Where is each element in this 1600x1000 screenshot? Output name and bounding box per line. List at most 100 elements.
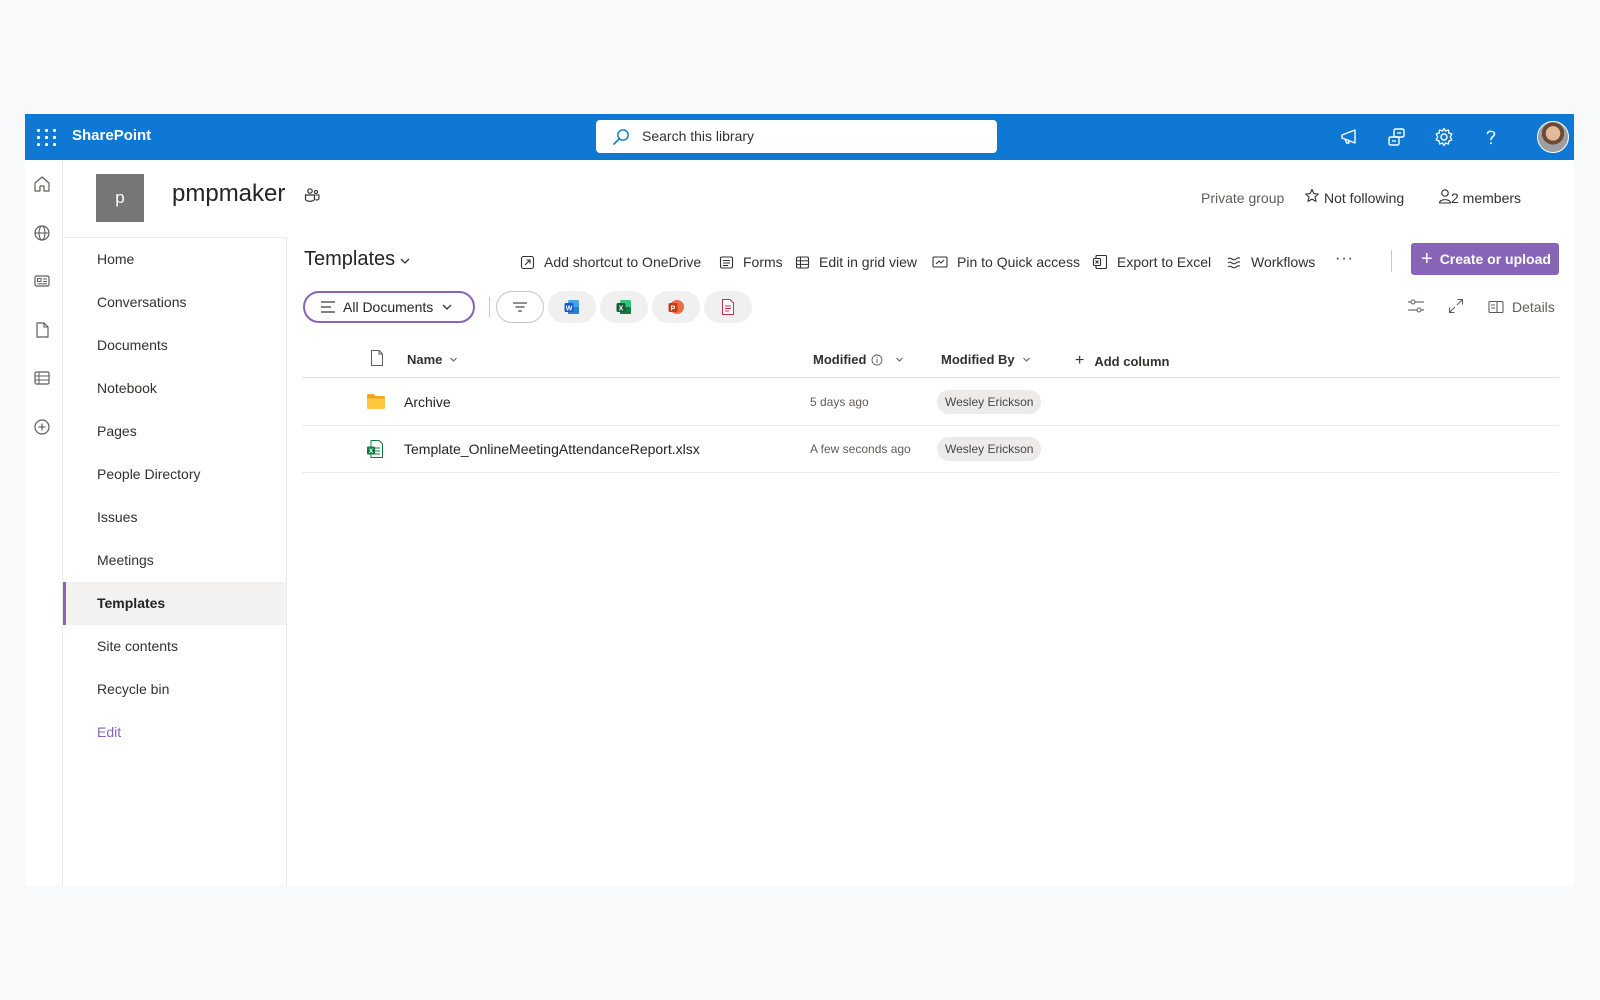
powerpoint-filter-pill[interactable]: P	[652, 291, 700, 323]
list-header: Name Modified Modified By + Add column	[302, 340, 1559, 378]
excel-file-icon: X	[367, 440, 383, 458]
sharepoint-app-icon[interactable]	[1386, 126, 1408, 148]
add-column-label: Add column	[1094, 353, 1170, 369]
search-icon	[613, 129, 629, 145]
nav-item-notebook[interactable]: Notebook	[63, 367, 286, 410]
nav-edit-link[interactable]: Edit	[63, 711, 286, 754]
modified-date: 5 days ago	[810, 395, 869, 409]
nav-item-conversations[interactable]: Conversations	[63, 281, 286, 324]
nav-item-documents[interactable]: Documents	[63, 324, 286, 367]
modified-by-badge[interactable]: Wesley Erickson	[937, 437, 1042, 461]
follow-button[interactable]: Not following	[1324, 190, 1404, 206]
star-icon[interactable]	[1304, 188, 1320, 204]
view-selector[interactable]: All Documents	[303, 291, 475, 323]
details-pane-icon	[1488, 300, 1504, 314]
app-name[interactable]: SharePoint	[72, 127, 151, 144]
pdf-filter-pill[interactable]	[704, 291, 752, 323]
teams-icon[interactable]	[303, 186, 321, 204]
modified-by-column-header[interactable]: Modified By	[941, 352, 1031, 367]
excel-export-icon	[1092, 254, 1108, 270]
table-row[interactable]: X Template_OnlineMeetingAttendanceReport…	[302, 426, 1559, 473]
view-options-icon[interactable]	[1407, 298, 1425, 314]
export-label: Export to Excel	[1117, 254, 1212, 270]
powerpoint-icon: P	[668, 300, 684, 314]
grid-icon	[795, 255, 810, 269]
workflows-button[interactable]: Workflows	[1226, 250, 1315, 274]
modified-column-label: Modified	[813, 352, 867, 367]
user-avatar[interactable]	[1537, 121, 1569, 153]
nav-item-issues[interactable]: Issues	[63, 496, 286, 539]
app-launcher-icon[interactable]	[31, 124, 59, 150]
megaphone-icon[interactable]	[1339, 126, 1361, 148]
add-column-button[interactable]: + Add column	[1075, 352, 1169, 370]
grid-view-button[interactable]: Edit in grid view	[795, 250, 917, 274]
add-shortcut-label: Add shortcut to OneDrive	[544, 254, 702, 270]
search-input[interactable]	[642, 128, 972, 144]
file-type-icon[interactable]	[370, 349, 384, 367]
pin-quick-access-button[interactable]: Pin to Quick access	[932, 250, 1080, 274]
chevron-down-icon	[1022, 357, 1030, 362]
nav-item-people-directory[interactable]: People Directory	[63, 453, 286, 496]
create-upload-label: Create or upload	[1439, 251, 1551, 267]
nav-item-site-contents[interactable]: Site contents	[63, 625, 286, 668]
site-title[interactable]: pmpmaker	[172, 180, 285, 208]
lists-icon[interactable]	[32, 368, 52, 388]
quick-launch-nav: Home Conversations Documents Notebook Pa…	[63, 237, 287, 886]
nav-item-pages[interactable]: Pages	[63, 410, 286, 453]
name-column-label: Name	[407, 352, 443, 367]
news-icon[interactable]	[32, 271, 52, 291]
modified-date: A few seconds ago	[810, 442, 911, 456]
file-name[interactable]: Archive	[404, 394, 451, 410]
svg-text:W: W	[566, 305, 573, 312]
site-logo[interactable]: p	[96, 174, 144, 222]
svg-text:X: X	[619, 305, 624, 312]
create-upload-button[interactable]: + Create or upload	[1411, 243, 1559, 275]
filter-icon	[513, 302, 527, 312]
privacy-label: Private group	[1201, 190, 1285, 206]
suite-bar: SharePoint	[25, 114, 1574, 160]
person-icon[interactable]	[1438, 188, 1452, 204]
file-name[interactable]: Template_OnlineMeetingAttendanceReport.x…	[404, 441, 700, 457]
word-icon: W	[564, 300, 579, 314]
more-commands-button[interactable]: ···	[1335, 250, 1354, 268]
view-lines-icon	[321, 301, 335, 313]
modified-by-badge[interactable]: Wesley Erickson	[937, 390, 1042, 414]
grid-view-label: Edit in grid view	[819, 254, 918, 270]
word-filter-pill[interactable]: W	[548, 291, 596, 323]
forms-label: Forms	[743, 254, 783, 270]
app-rail	[25, 160, 63, 886]
members-button[interactable]: 2 members	[1451, 190, 1521, 206]
shortcut-arrow-icon	[520, 255, 535, 269]
create-plus-icon[interactable]	[32, 417, 52, 437]
nav-item-meetings[interactable]: Meetings	[63, 539, 286, 582]
folder-icon	[367, 394, 385, 409]
settings-gear-icon[interactable]	[1433, 126, 1455, 148]
home-icon[interactable]	[32, 174, 52, 194]
add-shortcut-button[interactable]: Add shortcut to OneDrive	[520, 250, 701, 274]
globe-icon[interactable]	[32, 223, 52, 243]
table-row[interactable]: Archive 5 days ago Wesley Erickson	[302, 379, 1559, 426]
filter-pill[interactable]	[496, 291, 544, 323]
sharepoint-window: SharePoint Search this library p pmpmake…	[25, 114, 1574, 886]
library-title[interactable]: Templates	[304, 248, 395, 271]
export-excel-button[interactable]: Export to Excel	[1092, 250, 1211, 274]
pdf-icon	[722, 299, 734, 315]
chevron-down-icon[interactable]	[399, 256, 411, 266]
details-pane-button[interactable]: Details	[1488, 299, 1555, 315]
modified-by-column-label: Modified By	[941, 352, 1015, 367]
expand-icon[interactable]	[1448, 298, 1464, 314]
pin-label: Pin to Quick access	[957, 254, 1080, 270]
modified-column-header[interactable]: Modified	[813, 352, 904, 367]
forms-button[interactable]: Forms	[719, 250, 783, 274]
name-column-header[interactable]: Name	[407, 352, 458, 367]
help-question-icon[interactable]	[1480, 126, 1502, 148]
nav-item-home[interactable]: Home	[63, 238, 286, 281]
document-icon[interactable]	[32, 320, 52, 340]
search-box[interactable]	[596, 120, 997, 153]
chevron-down-icon	[442, 304, 452, 310]
nav-item-recycle-bin[interactable]: Recycle bin	[63, 668, 286, 711]
nav-item-templates[interactable]: Templates	[63, 582, 286, 625]
command-divider	[1391, 250, 1392, 272]
excel-filter-pill[interactable]: X	[600, 291, 648, 323]
svg-text:X: X	[369, 448, 374, 455]
